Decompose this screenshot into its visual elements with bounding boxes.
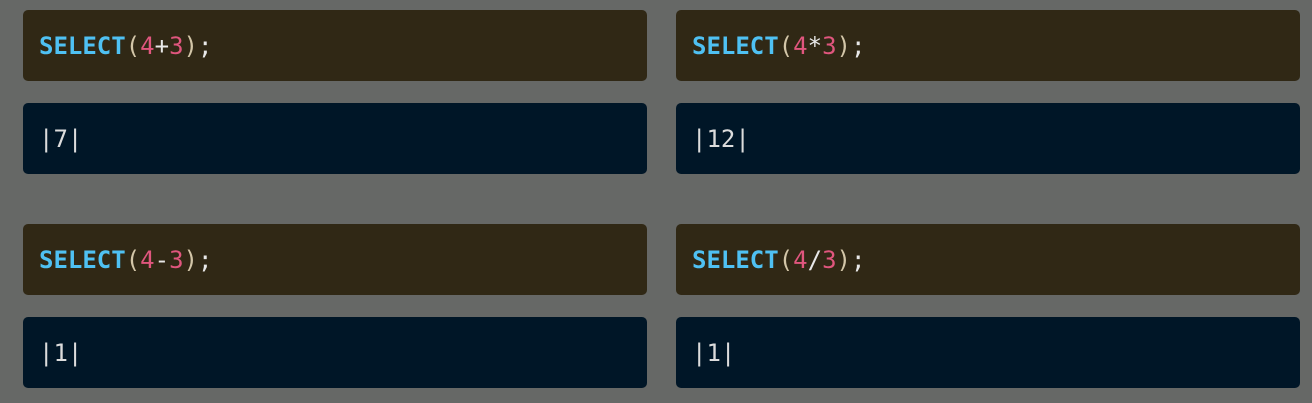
query-panel-subtraction: SELECT (4 - 3);: [23, 224, 647, 295]
statement-terminator: ;: [850, 245, 866, 274]
operator: /: [807, 245, 823, 274]
operator: +: [154, 31, 170, 60]
left-operand: 4: [140, 245, 155, 274]
sql-keyword: SELECT: [692, 31, 779, 60]
right-operand: 3: [822, 31, 837, 60]
close-paren: ): [183, 31, 198, 60]
query-panel-multiplication: SELECT (4 * 3);: [676, 10, 1300, 81]
right-operand: 3: [169, 245, 184, 274]
operator: *: [807, 31, 823, 60]
query-panel-addition: SELECT (4 + 3);: [23, 10, 647, 81]
result-panel-addition: |7|: [23, 103, 647, 174]
result-panel-division: |1|: [676, 317, 1300, 388]
statement-terminator: ;: [850, 31, 866, 60]
open-paren: (: [125, 31, 141, 60]
right-operand: 3: [169, 31, 184, 60]
right-operand: 3: [822, 245, 837, 274]
result-value: |7|: [39, 124, 83, 153]
left-operand: 4: [793, 245, 808, 274]
sql-keyword: SELECT: [39, 245, 126, 274]
statement-terminator: ;: [197, 245, 213, 274]
result-value: |1|: [692, 338, 736, 367]
open-paren: (: [125, 245, 141, 274]
result-value: |12|: [692, 124, 750, 153]
close-paren: ): [836, 31, 851, 60]
statement-terminator: ;: [197, 31, 213, 60]
left-operand: 4: [793, 31, 808, 60]
result-value: |1|: [39, 338, 83, 367]
sql-keyword: SELECT: [39, 31, 126, 60]
sql-keyword: SELECT: [692, 245, 779, 274]
close-paren: ): [836, 245, 851, 274]
open-paren: (: [778, 245, 794, 274]
close-paren: ): [183, 245, 198, 274]
operator: -: [154, 245, 170, 274]
result-panel-subtraction: |1|: [23, 317, 647, 388]
open-paren: (: [778, 31, 794, 60]
query-panel-division: SELECT (4 / 3);: [676, 224, 1300, 295]
left-operand: 4: [140, 31, 155, 60]
result-panel-multiplication: |12|: [676, 103, 1300, 174]
